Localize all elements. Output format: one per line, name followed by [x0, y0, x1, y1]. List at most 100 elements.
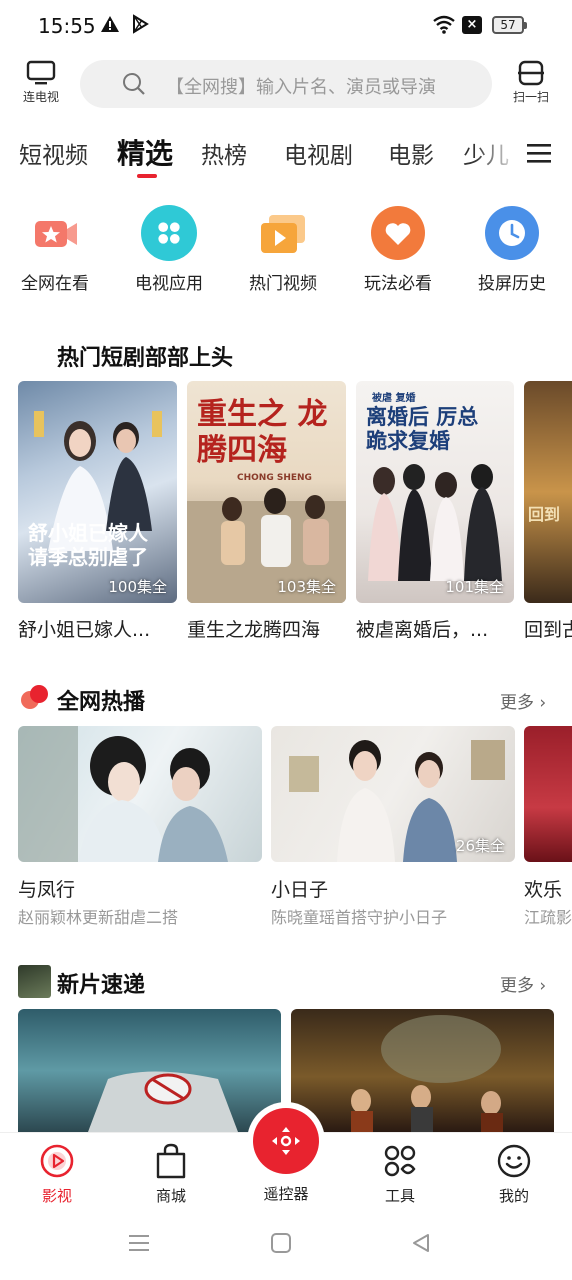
episode-count: 100集全 [108, 578, 167, 596]
quick-entry-hot-videos[interactable]: 热门视频 [228, 205, 338, 294]
poster-title-text: 回到 [528, 505, 561, 524]
short-drama-card[interactable]: 重生之 龙腾四海 CHONG SHENG 103集全 [187, 381, 346, 603]
nav-video[interactable]: 影视 [17, 1141, 97, 1206]
menu-icon[interactable] [526, 142, 552, 164]
quick-entry-label: 电视应用 [135, 274, 203, 294]
poster-image [88, 1071, 238, 1132]
back-icon[interactable] [410, 1232, 432, 1254]
nav-tools[interactable]: 工具 [360, 1141, 440, 1206]
shopping-bag-icon [156, 1143, 186, 1179]
remote-control-button[interactable] [253, 1108, 319, 1174]
top-header: 连电视 【全网搜】输入片名、演员或导演 扫一扫 [0, 56, 572, 114]
smiley-face-icon [497, 1144, 531, 1178]
remote-control-icon [272, 1127, 300, 1155]
chevron-right-icon: › [539, 976, 547, 996]
quick-entry-tv-apps[interactable]: 电视应用 [114, 205, 224, 294]
play-store-icon [133, 14, 149, 34]
system-navigation-bar [0, 1212, 572, 1280]
quick-entry-network-watching[interactable]: 全网在看 [0, 205, 110, 294]
search-icon [123, 73, 145, 95]
poster-image [34, 411, 162, 551]
tv-icon [26, 60, 56, 85]
nav-label: 工具 [384, 1187, 415, 1205]
clock-icon [484, 205, 540, 261]
card-title: 被虐离婚后，... [356, 619, 489, 641]
search-input[interactable]: 【全网搜】输入片名、演员或导演 [80, 60, 492, 108]
episode-count: 103集全 [277, 578, 336, 596]
scan-button[interactable]: 扫一扫 [501, 60, 561, 105]
poster-subtitle-text: CHONG SHENG [237, 473, 312, 483]
quick-entry-label: 热门视频 [249, 274, 317, 294]
nav-label: 商城 [155, 1187, 186, 1205]
new-section-thumbnail [18, 965, 51, 998]
more-label: 更多 [500, 693, 534, 713]
nav-profile[interactable]: 我的 [474, 1141, 554, 1206]
quick-entry-cast-history[interactable]: 投屏历史 [457, 205, 567, 294]
poster-subtitle-text: 被虐 复婚 [372, 393, 416, 404]
video-camera-star-icon [27, 205, 83, 261]
new-more-link[interactable]: 更多 › [500, 971, 546, 996]
home-icon[interactable] [270, 1232, 292, 1254]
tab-movies[interactable]: 电影 [388, 136, 434, 170]
tab-short-video[interactable]: 短视频 [19, 136, 88, 170]
nav-label: 我的 [498, 1187, 529, 1205]
poster-title-text: 离婚后 厉总跪求复婚 [366, 404, 479, 453]
tab-featured[interactable]: 精选 [117, 132, 173, 172]
episode-count: 26集全 [455, 837, 505, 855]
poster-title-text: 舒小姐已嫁人 请季总别虐了 [28, 521, 148, 569]
recent-apps-icon[interactable] [128, 1232, 150, 1254]
quick-entry-label: 全网在看 [21, 274, 89, 294]
quick-entry-how-to[interactable]: 玩法必看 [343, 205, 453, 294]
active-tab-indicator [137, 174, 157, 178]
nav-remote[interactable]: 遥控器 [246, 1179, 326, 1204]
hot-card-subtitle: 江疏影 [524, 908, 572, 927]
hot-card-subtitle: 赵丽颖林更新甜虐二搭 [18, 908, 179, 927]
play-circle-icon [40, 1144, 74, 1178]
short-drama-card[interactable]: 离婚后 厉总跪求复婚 被虐 复婚 101集全 [356, 381, 514, 603]
poster-image [18, 726, 228, 862]
connect-tv-button[interactable]: 连电视 [11, 60, 71, 105]
more-label: 更多 [500, 976, 534, 996]
scan-icon [518, 60, 544, 86]
poster-image [351, 1015, 503, 1132]
status-time: 15:55 [38, 14, 96, 38]
quick-entry-label: 投屏历史 [478, 274, 546, 294]
hot-card-title: 小日子 [271, 879, 329, 901]
warning-icon [101, 16, 119, 32]
category-tabs: 短视频 精选 热榜 电视剧 电影 少儿 [0, 130, 572, 180]
short-drama-card[interactable]: 舒小姐已嫁人 请季总别虐了 100集全 [18, 381, 177, 603]
video-play-icon [255, 205, 311, 261]
sim-off-icon: × [462, 16, 482, 34]
hot-card-title: 与凤行 [18, 879, 76, 901]
hot-section-title: 全网热播 [57, 690, 146, 715]
episode-count: 101集全 [445, 578, 504, 596]
battery-indicator: 57 [492, 16, 527, 34]
hot-card-title: 欢乐 [524, 879, 563, 901]
short-drama-card[interactable]: 回到 [524, 381, 572, 603]
nav-mall[interactable]: 商城 [131, 1141, 211, 1206]
card-title: 回到古 [524, 619, 572, 641]
status-bar: 15:55 × 57 [0, 0, 572, 50]
heart-icon [370, 205, 426, 261]
quick-entries: 全网在看 电视应用 热门视频 玩法必看 投屏历史 [0, 205, 572, 305]
chevron-right-icon: › [539, 693, 547, 713]
connect-tv-label: 连电视 [22, 90, 59, 104]
scan-label: 扫一扫 [512, 90, 549, 104]
card-title: 重生之龙腾四海 [187, 619, 321, 641]
hot-card[interactable] [18, 726, 262, 862]
tab-hot-list[interactable]: 热榜 [201, 136, 247, 170]
quick-entry-label: 玩法必看 [364, 274, 432, 294]
short-drama-title: 热门短剧部部上头 [57, 346, 234, 371]
new-release-card[interactable] [18, 1009, 281, 1132]
hot-more-link[interactable]: 更多 › [500, 688, 546, 713]
tabs-fade [475, 130, 520, 180]
fire-bubble-icon [21, 685, 48, 709]
tools-grid-icon [384, 1145, 416, 1177]
poster-title-text: 重生之 龙腾四海 [197, 397, 328, 468]
nav-label: 影视 [41, 1187, 72, 1205]
new-release-card[interactable] [291, 1009, 554, 1132]
new-section-title: 新片速递 [57, 973, 146, 998]
tab-tv-series[interactable]: 电视剧 [284, 136, 353, 170]
hot-card[interactable]: 26集全 [271, 726, 515, 862]
hot-card[interactable] [524, 726, 572, 862]
